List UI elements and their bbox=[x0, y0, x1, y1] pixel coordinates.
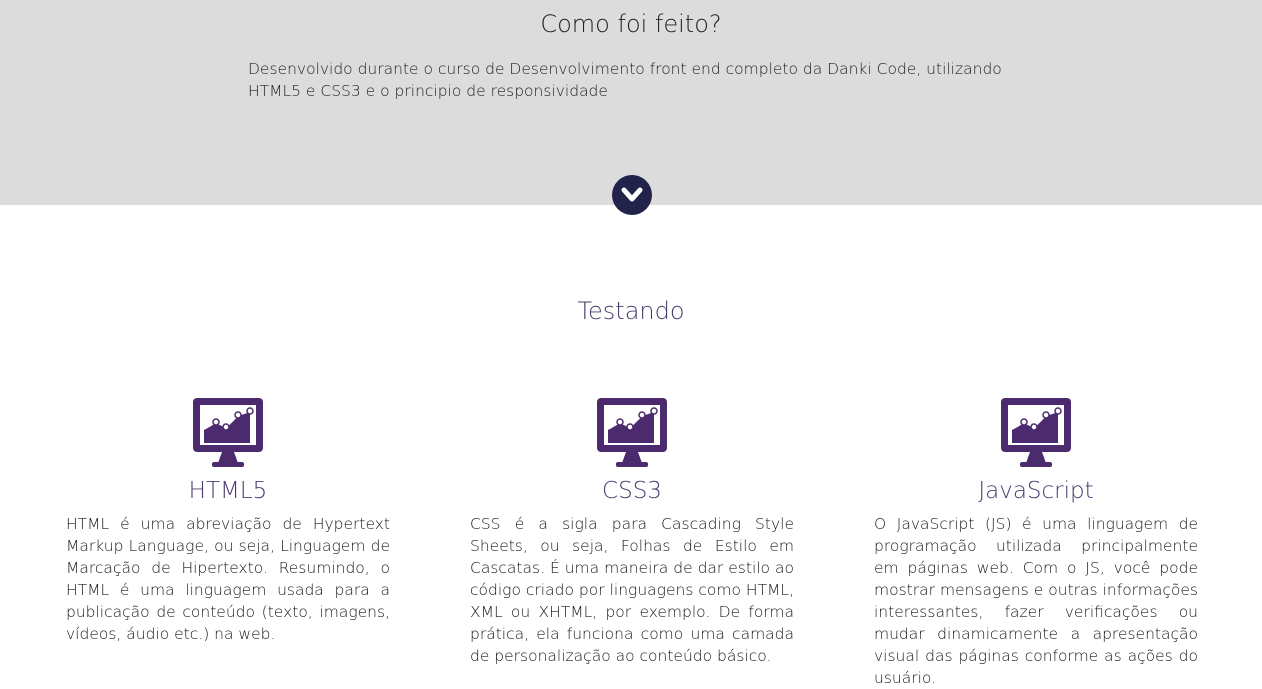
chevron-down-icon bbox=[621, 187, 643, 202]
feature-card-javascript: JavaScript O JavaScript (JS) é uma lingu… bbox=[874, 397, 1198, 689]
section-title: Testando bbox=[577, 297, 685, 325]
feature-card-css3: CSS3 CSS é a sigla para Cascading Style … bbox=[470, 397, 794, 667]
feature-card-html5: HTML5 HTML é uma abreviação de Hypertext… bbox=[66, 397, 390, 645]
feature-title: JavaScript bbox=[978, 478, 1094, 504]
feature-text: O JavaScript (JS) é uma linguagem de pro… bbox=[874, 515, 1198, 687]
feature-text: HTML é uma abreviação de Hypertext Marku… bbox=[66, 515, 390, 643]
feature-title: HTML5 bbox=[188, 478, 268, 504]
monitor-chart-icon bbox=[192, 397, 264, 469]
monitor-chart-icon bbox=[1000, 397, 1072, 469]
about-title: Como foi feito? bbox=[540, 10, 722, 38]
monitor-chart-icon bbox=[596, 397, 668, 469]
feature-title: CSS3 bbox=[602, 478, 662, 504]
scroll-down-button[interactable] bbox=[612, 175, 652, 215]
feature-text: CSS é a sigla para Cascading Style Sheet… bbox=[470, 515, 794, 665]
about-text: Desenvolvido durante o curso de Desenvol… bbox=[248, 60, 1002, 100]
